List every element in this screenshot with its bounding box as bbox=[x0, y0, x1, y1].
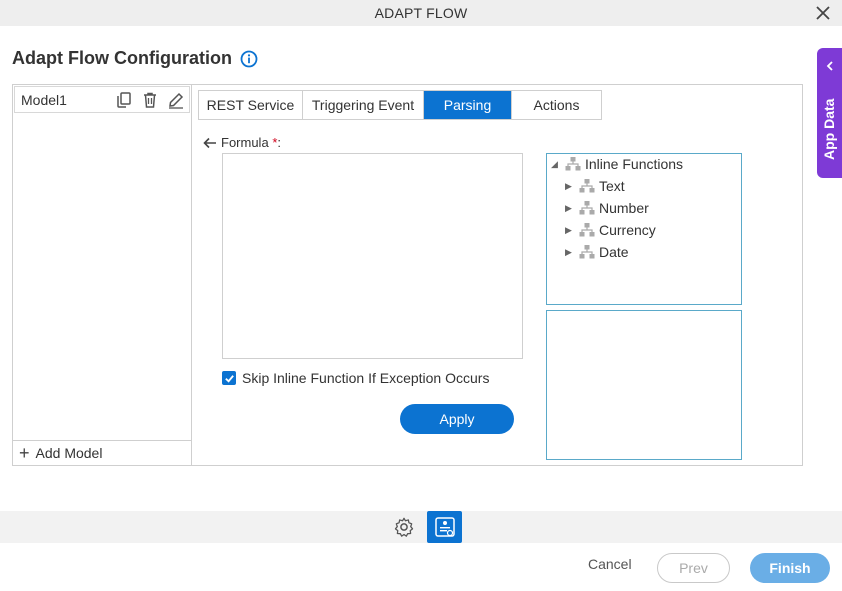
arrow-left-icon[interactable] bbox=[203, 137, 217, 149]
tree-node-currency[interactable]: ▶ Currency bbox=[565, 220, 656, 240]
tree-node-label: Text bbox=[599, 178, 625, 194]
app-data-icon bbox=[434, 517, 455, 537]
formula-label-colon: : bbox=[277, 135, 281, 150]
tab-parsing[interactable]: Parsing bbox=[424, 91, 512, 119]
expand-arrow-icon[interactable]: ▶ bbox=[565, 203, 575, 214]
info-icon[interactable] bbox=[240, 50, 258, 68]
model-list-panel: Model1 + Add Model bbox=[13, 85, 192, 465]
hierarchy-icon bbox=[579, 201, 595, 215]
page-title-text: Adapt Flow Configuration bbox=[12, 48, 232, 68]
tab-label: REST Service bbox=[206, 97, 295, 113]
close-icon[interactable] bbox=[814, 4, 832, 22]
model-actions bbox=[115, 91, 185, 109]
skip-exception-label: Skip Inline Function If Exception Occurs bbox=[242, 370, 490, 386]
add-model-button[interactable]: + Add Model bbox=[13, 440, 191, 465]
tree-node-text[interactable]: ▶ Text bbox=[565, 176, 625, 196]
gear-icon[interactable] bbox=[393, 516, 415, 538]
tab-strip: REST Service Triggering Event Parsing Ac… bbox=[198, 90, 602, 120]
add-model-label: Add Model bbox=[35, 445, 103, 461]
tree-node-number[interactable]: ▶ Number bbox=[565, 198, 649, 218]
window-titlebar: ADAPT FLOW bbox=[0, 0, 842, 26]
delete-icon[interactable] bbox=[141, 91, 159, 109]
apply-button[interactable]: Apply bbox=[400, 404, 514, 434]
model-name: Model1 bbox=[21, 91, 67, 108]
hierarchy-icon bbox=[579, 179, 595, 193]
check-icon bbox=[224, 374, 234, 383]
edit-icon[interactable] bbox=[167, 91, 185, 109]
tree-node-label: Currency bbox=[599, 222, 656, 238]
hierarchy-icon bbox=[579, 223, 595, 237]
page-title: Adapt Flow Configuration bbox=[12, 48, 258, 69]
formula-label: Formula *: bbox=[203, 135, 281, 150]
skip-exception-option[interactable]: Skip Inline Function If Exception Occurs bbox=[222, 370, 489, 386]
finish-button[interactable]: Finish bbox=[750, 553, 830, 583]
tree-node-inline-functions[interactable]: ◢ Inline Functions bbox=[551, 154, 683, 174]
plus-icon: + bbox=[19, 443, 30, 463]
inline-function-tree: ◢ Inline Functions ▶ Text ▶ Number ▶ Cur… bbox=[546, 153, 742, 305]
hierarchy-icon bbox=[565, 157, 581, 171]
collapse-arrow-icon[interactable]: ◢ bbox=[551, 159, 561, 170]
tree-node-label: Inline Functions bbox=[585, 156, 684, 172]
window-title: ADAPT FLOW bbox=[374, 5, 468, 21]
configuration-panel: Model1 + Add Model REST Service Triggeri… bbox=[12, 84, 803, 466]
formula-label-text: Formula bbox=[221, 135, 269, 150]
cancel-button[interactable]: Cancel bbox=[588, 556, 632, 572]
tab-label: Parsing bbox=[443, 97, 492, 113]
hierarchy-icon bbox=[579, 245, 595, 259]
tab-triggering-event[interactable]: Triggering Event bbox=[303, 91, 424, 119]
app-data-label: App Data bbox=[821, 98, 837, 160]
tree-node-date[interactable]: ▶ Date bbox=[565, 242, 629, 262]
app-data-tab[interactable]: App Data bbox=[817, 48, 842, 178]
tab-label: Triggering Event bbox=[311, 97, 415, 113]
model-list-item[interactable]: Model1 bbox=[14, 86, 190, 113]
function-description-panel bbox=[546, 310, 742, 460]
expand-arrow-icon[interactable]: ▶ bbox=[565, 247, 575, 258]
tab-actions[interactable]: Actions bbox=[512, 91, 601, 119]
expand-arrow-icon[interactable]: ▶ bbox=[565, 181, 575, 192]
copy-icon[interactable] bbox=[115, 91, 133, 109]
tab-label: Actions bbox=[533, 97, 580, 113]
app-data-button[interactable] bbox=[427, 511, 462, 543]
tree-node-label: Number bbox=[599, 200, 649, 216]
tree-node-label: Date bbox=[599, 244, 629, 260]
formula-input[interactable] bbox=[222, 153, 523, 359]
prev-button[interactable]: Prev bbox=[657, 553, 730, 583]
skip-exception-checkbox[interactable] bbox=[222, 371, 236, 385]
tab-rest-service[interactable]: REST Service bbox=[199, 91, 303, 119]
footer-toolbar bbox=[0, 511, 842, 543]
expand-arrow-icon[interactable]: ▶ bbox=[565, 225, 575, 236]
